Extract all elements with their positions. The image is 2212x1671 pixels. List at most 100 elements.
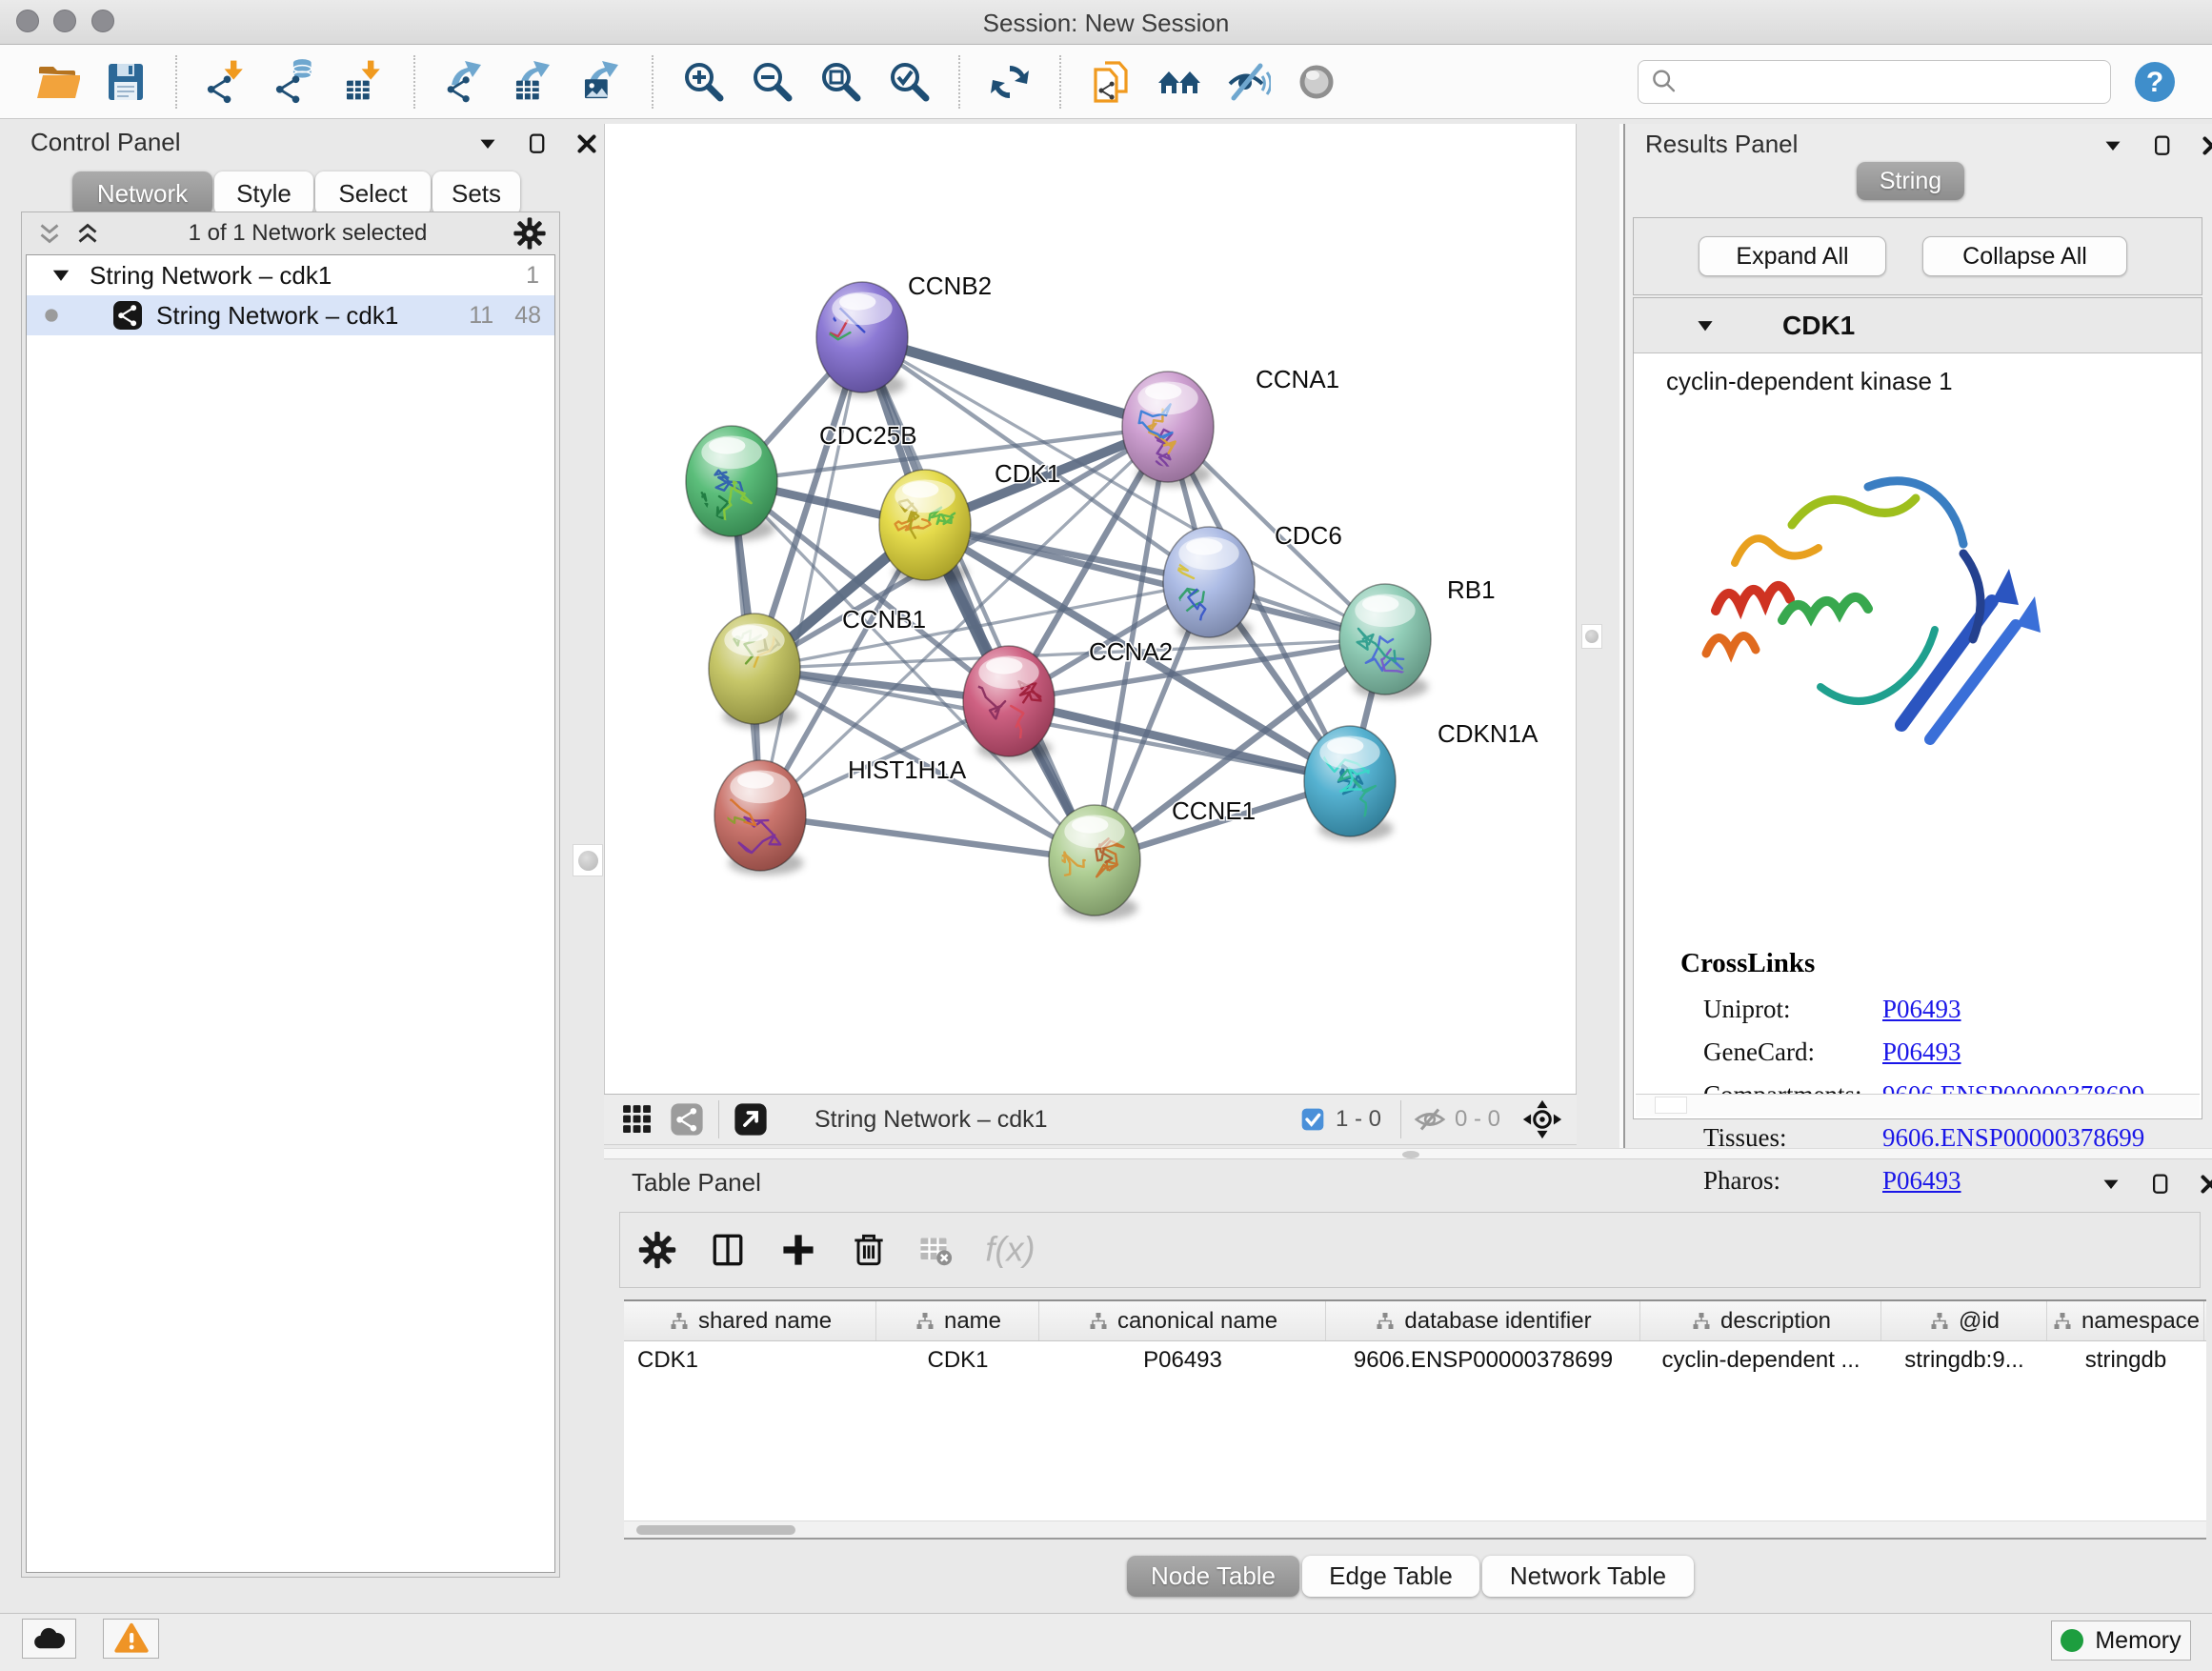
network-edge[interactable]	[862, 337, 1168, 427]
search-input[interactable]	[1638, 60, 2111, 104]
help-button[interactable]: ?	[2132, 57, 2182, 107]
table-row[interactable]: CDK1CDK1P064939606.ENSP00000378699cyclin…	[624, 1341, 2206, 1379]
network-row[interactable]: String Network – cdk1 11 48	[27, 295, 554, 335]
horizontal-splitter[interactable]	[604, 1148, 2212, 1159]
column-header-canonical-name[interactable]: canonical name	[1039, 1301, 1326, 1340]
export-image-button[interactable]	[574, 53, 630, 111]
results-hscroll-thumb[interactable]	[1655, 1097, 1687, 1114]
column-header-namespace[interactable]: namespace	[2047, 1301, 2204, 1340]
network-node-ccnb1[interactable]	[709, 589, 800, 729]
tab-network-table[interactable]: Network Table	[1482, 1556, 1694, 1597]
tab-string[interactable]: String	[1857, 162, 1964, 200]
network-collection-row[interactable]: String Network – cdk1 1	[27, 255, 554, 295]
left-splitter-handle[interactable]	[573, 844, 603, 876]
import-table-button[interactable]	[336, 53, 392, 111]
delete-column-icon[interactable]	[839, 1220, 898, 1279]
table-settings-gear-icon[interactable]	[628, 1220, 687, 1279]
panel-float-icon[interactable]	[2148, 131, 2177, 160]
network-node-hist1h1a[interactable]	[686, 760, 806, 876]
tab-sets[interactable]: Sets	[432, 171, 520, 215]
expand-all-button[interactable]: Expand All	[1699, 236, 1886, 276]
network-node-cdk1[interactable]	[879, 470, 971, 585]
network-node-cdc25b[interactable]	[686, 426, 777, 541]
cdk1-section-header[interactable]: CDK1	[1634, 298, 2202, 353]
export-table-button[interactable]	[506, 53, 561, 111]
crosslink-link[interactable]: P06493	[1882, 995, 1961, 1024]
share-document-button[interactable]	[1083, 53, 1138, 111]
network-node-ccnb2[interactable]	[777, 282, 908, 397]
network-node-ccna2[interactable]	[961, 646, 1055, 765]
import-database-button[interactable]	[268, 53, 323, 111]
table-cell[interactable]: CDK1	[876, 1341, 1039, 1379]
panel-float-icon[interactable]	[2146, 1170, 2175, 1198]
panel-close-icon[interactable]	[2198, 131, 2212, 160]
column-header-database-identifier[interactable]: database identifier	[1326, 1301, 1640, 1340]
panel-close-icon[interactable]	[573, 130, 601, 158]
export-network-button[interactable]	[437, 53, 493, 111]
network-graph[interactable]: CCNB2CCNA1CDC25BCDK1CDC6RB1CCNB1CCNA2CDK…	[605, 124, 1576, 1094]
show-graphics-button[interactable]	[1289, 53, 1344, 111]
zoom-fit-button[interactable]	[813, 53, 868, 111]
cloud-status-button[interactable]	[22, 1619, 76, 1659]
results-hscroll-track[interactable]	[1636, 1094, 2200, 1117]
network-node-ccna1[interactable]	[1122, 372, 1214, 487]
hidden-eye-icon[interactable]	[1413, 1102, 1447, 1137]
horizontal-splitter-handle[interactable]	[1402, 1151, 1419, 1158]
panel-menu-icon[interactable]	[2097, 1170, 2125, 1198]
tab-network[interactable]: Network	[72, 171, 212, 215]
network-options-gear-icon[interactable]	[512, 215, 548, 252]
collapse-all-button[interactable]: Collapse All	[1922, 236, 2127, 276]
hide-graphics-button[interactable]	[1220, 53, 1276, 111]
function-builder-icon[interactable]: f(x)	[969, 1220, 1051, 1279]
show-columns-icon[interactable]	[698, 1220, 757, 1279]
add-column-icon[interactable]	[769, 1220, 828, 1279]
network-edge[interactable]	[760, 815, 1095, 860]
tab-style[interactable]: Style	[214, 171, 313, 215]
tab-select[interactable]: Select	[315, 171, 431, 215]
panel-float-icon[interactable]	[523, 130, 552, 158]
network-view-canvas[interactable]: CCNB2CCNA1CDC25BCDK1CDC6RB1CCNB1CCNA2CDK…	[604, 124, 1577, 1094]
memory-button[interactable]: Memory	[2051, 1621, 2191, 1661]
network-node-ccne1[interactable]	[1049, 805, 1140, 920]
tree-collapse-icon[interactable]	[48, 262, 74, 289]
table-cell[interactable]: P06493	[1039, 1341, 1326, 1379]
table-cell[interactable]: stringdb	[2047, 1341, 2204, 1379]
refresh-button[interactable]	[982, 53, 1037, 111]
panel-close-icon[interactable]	[2196, 1170, 2212, 1198]
zoom-out-button[interactable]	[744, 53, 799, 111]
birds-eye-crosshair-icon[interactable]	[1521, 1098, 1563, 1140]
save-button[interactable]	[98, 53, 153, 111]
expand-all-networks-icon[interactable]	[71, 217, 104, 250]
table-cell[interactable]: CDK1	[624, 1341, 876, 1379]
right-splitter-handle[interactable]	[1581, 624, 1602, 649]
column-header-shared-name[interactable]: shared name	[624, 1301, 876, 1340]
table-cell[interactable]: cyclin-dependent ...	[1640, 1341, 1881, 1379]
table-hscroll-track[interactable]	[624, 1520, 2206, 1538]
column-header-name[interactable]: name	[876, 1301, 1039, 1340]
section-collapse-icon[interactable]	[1693, 313, 1718, 338]
selected-checkbox-icon[interactable]	[1297, 1104, 1328, 1135]
table-hscroll-thumb[interactable]	[636, 1525, 795, 1535]
home-pair-button[interactable]	[1152, 53, 1207, 111]
network-edge[interactable]	[760, 337, 862, 815]
open-in-new-icon[interactable]	[731, 1099, 771, 1139]
search-input-field[interactable]	[1680, 64, 2101, 100]
import-network-button[interactable]	[199, 53, 254, 111]
open-folder-button[interactable]	[30, 53, 85, 111]
column-header-description[interactable]: description	[1640, 1301, 1881, 1340]
grid-view-icon[interactable]	[617, 1099, 657, 1139]
column-header--id[interactable]: @id	[1881, 1301, 2047, 1340]
zoom-selected-button[interactable]	[881, 53, 936, 111]
zoom-in-button[interactable]	[675, 53, 731, 111]
tab-edge-table[interactable]: Edge Table	[1302, 1556, 1479, 1597]
panel-menu-icon[interactable]	[2099, 131, 2127, 160]
table-cell[interactable]: 9606.ENSP00000378699	[1326, 1341, 1640, 1379]
collapse-all-networks-icon[interactable]	[33, 217, 66, 250]
panel-menu-icon[interactable]	[473, 130, 502, 158]
tab-node-table[interactable]: Node Table	[1127, 1556, 1299, 1597]
table-cell[interactable]: stringdb:9...	[1881, 1341, 2047, 1379]
network-share-icon[interactable]	[667, 1099, 707, 1139]
network-node-cdkn1a[interactable]	[1304, 726, 1396, 841]
warnings-button[interactable]	[103, 1619, 159, 1659]
crosslink-link[interactable]: P06493	[1882, 1037, 1961, 1067]
